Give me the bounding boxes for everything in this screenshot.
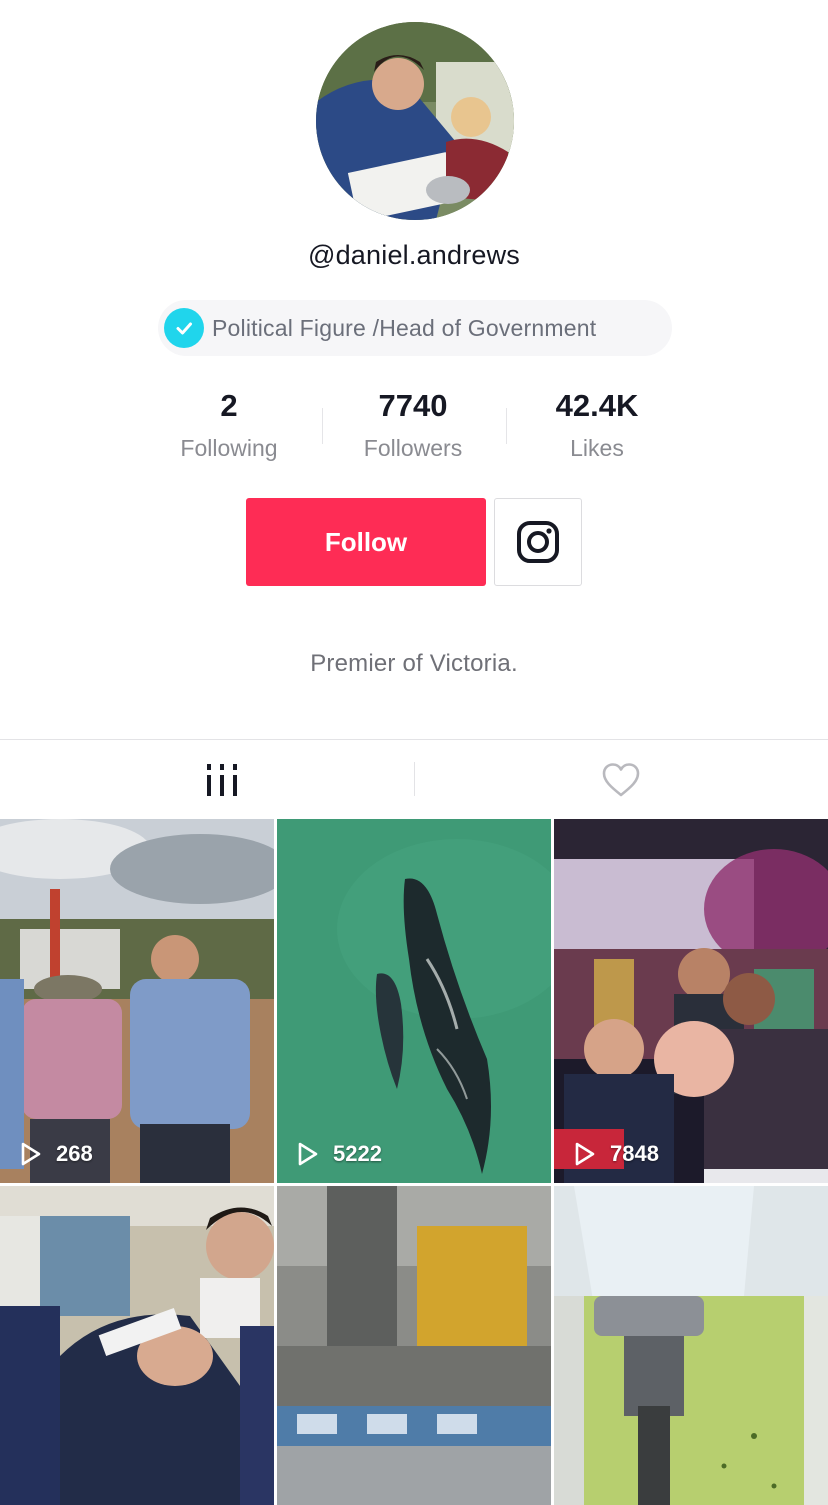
video-thumbnail[interactable]: 5222 — [277, 819, 551, 1183]
profile-avatar[interactable] — [316, 22, 514, 220]
heart-icon — [602, 763, 640, 797]
video-thumbnail[interactable]: 268 — [0, 819, 274, 1183]
stat-likes[interactable]: 42.4K Likes — [507, 385, 687, 462]
profile-bio: Premier of Victoria. — [310, 650, 518, 677]
following-count: 2 — [220, 388, 238, 423]
video-thumbnail-image — [554, 819, 828, 1183]
video-thumbnail-image — [0, 1186, 274, 1505]
video-thumbnail[interactable] — [277, 1186, 551, 1505]
view-count: 5222 — [297, 1141, 382, 1167]
video-thumbnail[interactable]: 7848 — [554, 819, 828, 1183]
verified-badge: Political Figure /Head of Government — [158, 300, 672, 356]
tab-videos[interactable] — [10, 740, 430, 820]
view-count-value: 7848 — [610, 1141, 659, 1166]
stat-followers[interactable]: 7740 Followers — [323, 385, 503, 462]
video-thumbnail-image — [0, 819, 274, 1183]
video-thumbnail-image — [277, 819, 551, 1183]
likes-count: 42.4K — [555, 388, 639, 423]
video-thumbnail-image — [554, 1186, 828, 1505]
verified-label: Political Figure /Head of Government — [212, 314, 597, 341]
play-icon — [21, 1142, 41, 1166]
username: @daniel.andrews — [307, 240, 521, 270]
content-tabs — [0, 739, 828, 819]
video-thumbnail[interactable] — [0, 1186, 274, 1505]
video-thumbnail[interactable] — [554, 1186, 828, 1505]
followers-count: 7740 — [378, 388, 448, 423]
follow-button[interactable]: Follow — [246, 498, 486, 586]
view-count: 268 — [20, 1141, 93, 1167]
verified-check-icon — [164, 308, 204, 348]
likes-label: Likes — [570, 435, 624, 461]
following-label: Following — [180, 435, 278, 461]
instagram-icon — [517, 521, 559, 563]
videos-grid-icon — [207, 764, 237, 796]
avatar-photo — [316, 22, 514, 220]
view-count-value: 268 — [56, 1141, 93, 1166]
instagram-button[interactable] — [494, 498, 582, 586]
followers-label: Followers — [363, 435, 463, 461]
profile-stats: 2 Following 7740 Followers 42.4K Likes — [0, 385, 828, 475]
view-count-value: 5222 — [333, 1141, 382, 1166]
stat-following[interactable]: 2 Following — [139, 385, 319, 462]
view-count: 7848 — [574, 1141, 659, 1167]
play-icon — [575, 1142, 595, 1166]
tab-liked[interactable] — [414, 740, 828, 820]
video-thumbnail-image — [277, 1186, 551, 1505]
video-grid: 268 5222 7848 — [0, 819, 828, 1505]
play-icon — [298, 1142, 318, 1166]
